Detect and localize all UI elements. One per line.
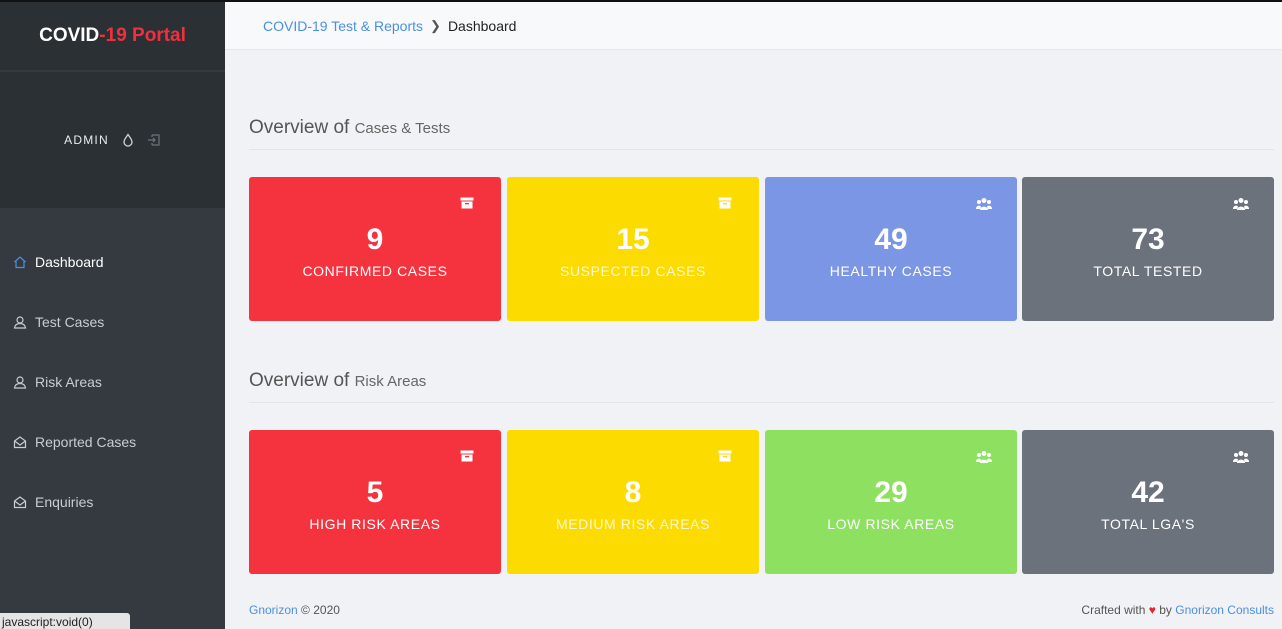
stat-value: 15 (616, 223, 650, 256)
stat-value: 29 (874, 476, 908, 509)
user-panel: ADMIN (0, 72, 225, 208)
section-title-risk: Overview of Risk Areas (249, 370, 1274, 403)
archive-icon (460, 450, 476, 464)
stat-card-low-risk[interactable]: 29 LOW RISK AREAS (765, 430, 1017, 574)
brand-part2: -19 Portal (99, 25, 186, 46)
section-title-text: Overview of (249, 117, 350, 138)
footer-copyright: Gnorizon © 2020 (249, 603, 340, 617)
user-icon (13, 315, 27, 329)
heart-icon: ♥ (1148, 603, 1156, 617)
stat-value: 73 (1131, 223, 1165, 256)
footer-company-link[interactable]: Gnorizon (249, 603, 298, 617)
envelope-open-icon (13, 435, 27, 449)
sidebar-item-label: Risk Areas (35, 374, 102, 390)
stat-label: MEDIUM RISK AREAS (555, 516, 711, 532)
stat-card-high-risk[interactable]: 5 HIGH RISK AREAS (249, 430, 501, 574)
stat-card-confirmed[interactable]: 9 CONFIRMED CASES (249, 177, 501, 321)
stat-value: 9 (366, 223, 384, 256)
stat-value: 8 (624, 476, 642, 509)
sidebar-nav: Dashboard Test Cases Risk Areas Reported… (0, 232, 225, 532)
footer-copyright-text: © 2020 (301, 603, 340, 617)
user-icon (13, 375, 27, 389)
footer-credit: Crafted with ♥ by Gnorizon Consults (1081, 603, 1274, 617)
sidebar-item-label: Reported Cases (35, 434, 137, 450)
stat-card-suspected[interactable]: 15 SUSPECTED CASES (507, 177, 759, 321)
stat-value: 5 (366, 476, 384, 509)
browser-status-bar: javascript:void(0) (0, 613, 130, 629)
stat-value: 42 (1131, 476, 1165, 509)
sidebar-item-label: Dashboard (35, 254, 104, 270)
stat-card-medium-risk[interactable]: 8 MEDIUM RISK AREAS (507, 430, 759, 574)
stat-label: CONFIRMED CASES (302, 263, 448, 279)
brand-part1: COVID (39, 25, 100, 46)
users-icon (976, 197, 992, 211)
footer-by-text: by (1159, 603, 1172, 617)
home-icon (13, 255, 27, 269)
droplet-icon[interactable] (121, 133, 135, 147)
section-subtitle: Risk Areas (354, 373, 427, 390)
stat-label: HIGH RISK AREAS (309, 516, 441, 532)
sidebar-item-risk-areas[interactable]: Risk Areas (0, 352, 225, 412)
users-icon (976, 450, 992, 464)
sidebar-item-reported-cases[interactable]: Reported Cases (0, 412, 225, 472)
breadcrumb-current: Dashboard (447, 17, 517, 34)
sidebar-item-label: Enquiries (35, 494, 94, 510)
stat-label: SUSPECTED CASES (560, 263, 706, 279)
footer-crafted-text: Crafted with (1081, 603, 1146, 617)
users-icon (1233, 450, 1249, 464)
stat-card-total-tested[interactable]: 73 TOTAL TESTED (1022, 177, 1274, 321)
footer-credit-link[interactable]: Gnorizon Consults (1175, 603, 1274, 617)
sidebar-item-test-cases[interactable]: Test Cases (0, 292, 225, 352)
breadcrumb-link[interactable]: COVID-19 Test & Reports (263, 18, 423, 34)
stat-value: 49 (874, 223, 908, 256)
archive-icon (718, 450, 734, 464)
archive-icon (460, 197, 476, 211)
users-icon (1233, 197, 1249, 211)
logout-icon[interactable] (147, 133, 161, 147)
chevron-right-icon: ❯ (430, 17, 441, 33)
username: ADMIN (64, 133, 109, 147)
brand-logo[interactable]: COVID -19 Portal (0, 2, 225, 70)
envelope-open-icon (13, 495, 27, 509)
breadcrumb: COVID-19 Test & Reports ❯ Dashboard (225, 0, 1282, 50)
archive-icon (718, 197, 734, 211)
section-title-text: Overview of (249, 370, 350, 391)
sidebar-item-enquiries[interactable]: Enquiries (0, 472, 225, 532)
stat-label: LOW RISK AREAS (827, 516, 955, 532)
stat-card-healthy[interactable]: 49 HEALTHY CASES (765, 177, 1017, 321)
stat-label: HEALTHY CASES (829, 263, 953, 279)
stat-card-total-lgas[interactable]: 42 TOTAL LGA'S (1022, 430, 1274, 574)
sidebar-item-label: Test Cases (35, 314, 105, 330)
stat-label: TOTAL LGA'S (1101, 516, 1195, 532)
stat-label: TOTAL TESTED (1093, 263, 1203, 279)
sidebar: COVID -19 Portal ADMIN Dashboard Test Cas… (0, 0, 225, 629)
section-title-cases: Overview of Cases & Tests (249, 117, 1274, 150)
sidebar-item-dashboard[interactable]: Dashboard (0, 232, 225, 292)
section-subtitle: Cases & Tests (354, 120, 451, 137)
